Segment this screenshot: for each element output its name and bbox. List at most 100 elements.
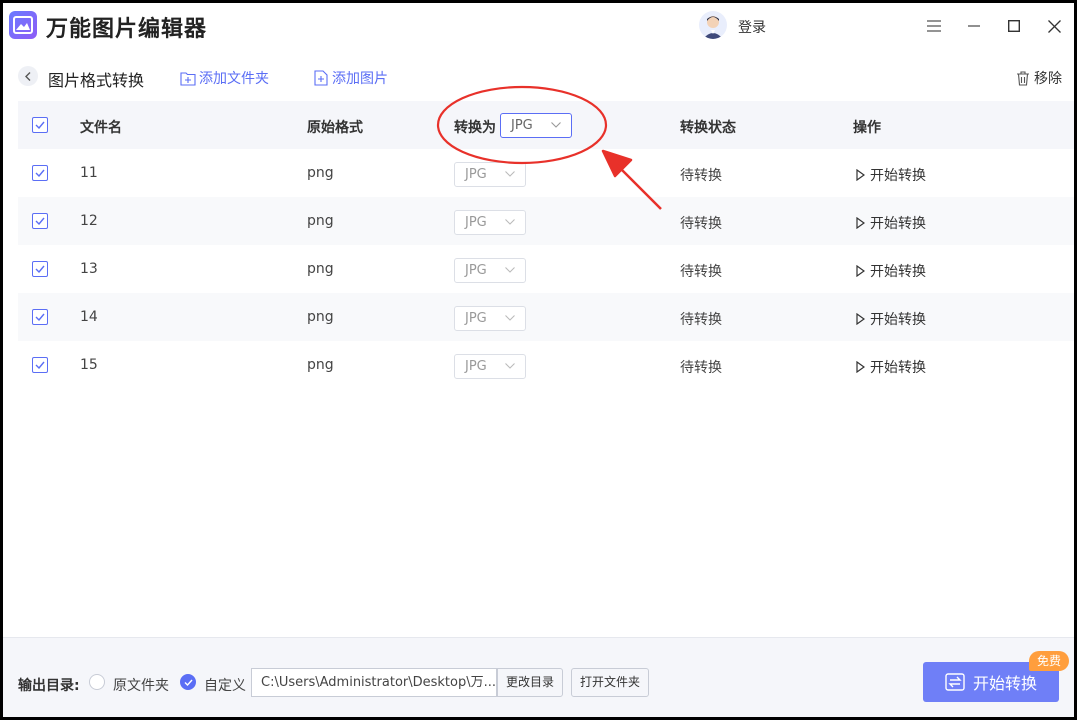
app-logo-icon [9,11,37,39]
title-bar: 万能图片编辑器 登录 [3,3,1074,49]
row-format-value: JPG [465,167,487,182]
row-format-value: JPG [465,359,487,374]
row-start-button[interactable]: 开始转换 [856,357,926,377]
play-icon [856,361,865,373]
check-icon [35,169,45,177]
login-link[interactable]: 登录 [738,17,766,37]
row-checkbox[interactable] [32,213,48,229]
add-folder-icon [180,72,196,86]
table-row: 11 png JPG 待转换 开始转换 [18,149,1074,197]
footer-bar: 输出目录: 原文件夹 自定义 C:\Users\Administrator\De… [3,637,1074,717]
row-original-format: png [307,261,334,277]
convert-all-format-select[interactable]: JPG [500,113,572,138]
page-title: 图片格式转换 [48,71,145,90]
radio-original-folder-label[interactable]: 原文件夹 [113,675,169,695]
row-start-button[interactable]: 开始转换 [856,213,926,233]
row-start-button[interactable]: 开始转换 [856,261,926,281]
convert-all-format-value: JPG [511,118,533,133]
row-start-button[interactable]: 开始转换 [856,165,926,185]
row-start-label: 开始转换 [870,216,926,232]
row-original-format: png [307,165,334,181]
row-checkbox[interactable] [32,357,48,373]
close-icon [1047,19,1061,33]
table-row: 14 png JPG 待转换 开始转换 [18,293,1074,341]
toolbar: 图片格式转换 添加文件夹 添加图片 移除 [3,49,1074,101]
row-original-format: png [307,213,334,229]
output-path-input[interactable]: C:\Users\Administrator\Desktop\万... [251,668,497,697]
table-row: 15 png JPG 待转换 开始转换 [18,341,1074,389]
play-icon [856,169,865,181]
maximize-icon [1008,20,1020,32]
menu-button[interactable] [921,13,947,39]
column-convert-to: 转换为 [454,120,496,136]
output-dir-label: 输出目录: [18,678,80,694]
chevron-down-icon [505,171,515,177]
remove-button[interactable]: 移除 [1016,68,1062,88]
menu-icon [927,20,941,32]
row-format-select[interactable]: JPG [454,210,526,235]
play-icon [856,265,865,277]
row-format-value: JPG [465,215,487,230]
row-format-select[interactable]: JPG [454,162,526,187]
table-row: 12 png JPG 待转换 开始转换 [18,197,1074,245]
open-folder-button[interactable]: 打开文件夹 [571,668,649,697]
add-folder-button[interactable]: 添加文件夹 [180,68,269,88]
add-image-button[interactable]: 添加图片 [313,68,388,88]
chevron-left-icon [25,71,31,81]
check-icon [35,265,45,273]
row-format-select[interactable]: JPG [454,258,526,283]
start-convert-label: 开始转换 [972,674,1037,693]
row-status: 待转换 [680,264,722,280]
row-format-select[interactable]: JPG [454,354,526,379]
trash-icon [1017,70,1029,86]
row-checkbox[interactable] [32,309,48,325]
row-start-label: 开始转换 [870,312,926,328]
chevron-down-icon [505,219,515,225]
row-filename: 15 [80,357,98,373]
row-status: 待转换 [680,216,722,232]
add-folder-label: 添加文件夹 [199,71,269,87]
chevron-down-icon [505,267,515,273]
column-filename: 文件名 [80,120,122,136]
radio-custom[interactable] [180,674,196,690]
check-icon [184,679,193,686]
row-status: 待转换 [680,168,722,184]
play-icon [856,313,865,325]
row-format-select[interactable]: JPG [454,306,526,331]
row-filename: 12 [80,213,98,229]
chevron-down-icon [505,363,515,369]
row-original-format: png [307,309,334,325]
back-button[interactable] [18,66,38,86]
change-dir-button[interactable]: 更改目录 [497,668,563,697]
row-filename: 13 [80,261,98,277]
row-format-value: JPG [465,263,487,278]
row-checkbox[interactable] [32,165,48,181]
app-title: 万能图片编辑器 [46,17,208,42]
minimize-icon [968,25,980,27]
convert-icon [945,673,965,691]
radio-original-folder[interactable] [89,674,105,690]
row-original-format: png [307,357,334,373]
row-start-button[interactable]: 开始转换 [856,309,926,329]
user-avatar-icon[interactable] [699,11,727,39]
row-filename: 11 [80,165,98,181]
check-icon [35,313,45,321]
row-start-label: 开始转换 [870,360,926,376]
minimize-button[interactable] [961,13,987,39]
check-icon [35,361,45,369]
row-status: 待转换 [680,360,722,376]
remove-label: 移除 [1034,71,1062,87]
add-image-label: 添加图片 [332,71,388,87]
row-start-label: 开始转换 [870,264,926,280]
chevron-down-icon [505,315,515,321]
close-button[interactable] [1041,13,1067,39]
select-all-checkbox[interactable] [32,117,48,133]
check-icon [35,217,45,225]
chevron-down-icon [551,122,561,128]
radio-custom-label[interactable]: 自定义 [204,675,246,695]
maximize-button[interactable] [1001,13,1027,39]
column-original-format: 原始格式 [307,120,363,136]
column-status: 转换状态 [680,120,736,136]
row-checkbox[interactable] [32,261,48,277]
check-icon [35,121,45,129]
